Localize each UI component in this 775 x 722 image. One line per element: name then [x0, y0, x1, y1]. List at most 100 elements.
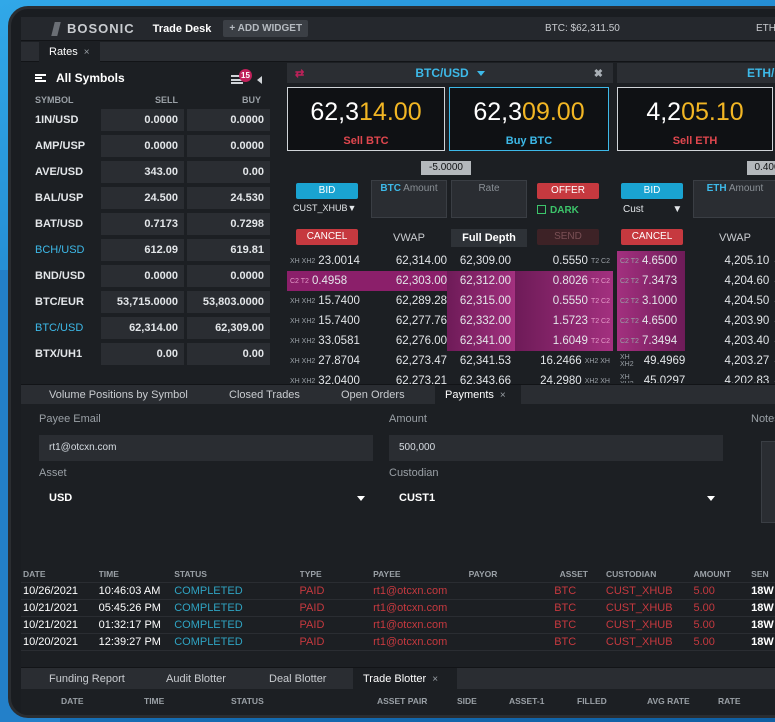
blotter-col-filled[interactable]: FILLED: [577, 696, 607, 706]
depth-row[interactable]: XH XH2 15.7400 62,277.76 62,332.00 1.5723…: [287, 311, 613, 331]
blotter-col-asset-pair[interactable]: ASSET PAIR: [377, 696, 427, 706]
amount-input[interactable]: 500,000: [389, 435, 723, 461]
symbol-buy[interactable]: 619.81: [187, 239, 270, 261]
payments-col-time[interactable]: TIME: [99, 569, 175, 579]
buy-btc-box[interactable]: 62,309.00 Buy BTC: [449, 87, 609, 151]
symbol-row[interactable]: AVE/USD 343.00 0.00: [21, 159, 283, 185]
dark-checkbox[interactable]: DARK: [537, 205, 579, 216]
btc-amount-field[interactable]: BTC Amount: [371, 180, 447, 218]
blotter-col-rate[interactable]: RATE: [718, 696, 741, 706]
symbol-buy[interactable]: 0.0000: [187, 265, 270, 287]
close-icon[interactable]: ×: [500, 390, 506, 401]
tab-audit-blotter[interactable]: Audit Blotter: [156, 668, 236, 690]
tab-trade-blotter[interactable]: Trade Blotter ×: [353, 668, 457, 690]
swap-icon[interactable]: ⇄: [295, 67, 304, 80]
btc-offer-button[interactable]: OFFER: [537, 183, 599, 199]
payments-col-status[interactable]: STATUS: [174, 569, 299, 579]
depth-row[interactable]: XH XH2 15.7400 62,289.28 62,315.00 0.5550…: [287, 291, 613, 311]
symbol-buy[interactable]: 0.0000: [187, 135, 270, 157]
symbol-sell[interactable]: 612.09: [101, 239, 184, 261]
depth-row[interactable]: C2 T24.6500 4,205.10 4: [617, 251, 775, 271]
payments-col-date[interactable]: DATE: [21, 569, 99, 579]
blotter-col-status[interactable]: STATUS: [231, 696, 264, 706]
symbol-buy[interactable]: 53,803.0000: [187, 291, 270, 313]
symbol-sell[interactable]: 0.7173: [101, 213, 184, 235]
eth-cancel-button[interactable]: CANCEL: [621, 229, 683, 245]
symbol-row[interactable]: BTX/UH1 0.00 0.00: [21, 341, 283, 367]
blotter-col-side[interactable]: SIDE: [457, 696, 477, 706]
symbol-sell[interactable]: 0.0000: [101, 109, 184, 131]
symbol-buy[interactable]: 24.530: [187, 187, 270, 209]
eth-amount-field[interactable]: ETH Amount: [693, 180, 775, 218]
symbol-row[interactable]: AMP/USP 0.0000 0.0000: [21, 133, 283, 159]
symbol-row[interactable]: BAL/USP 24.500 24.530: [21, 185, 283, 211]
tab-rates[interactable]: Rates ×: [39, 42, 100, 62]
depth-row[interactable]: XH XH2 23.0014 62,314.00 62,309.00 0.5550…: [287, 251, 613, 271]
eth-pair[interactable]: ETH/U: [747, 66, 775, 80]
tab-funding-report[interactable]: Funding Report: [39, 668, 135, 690]
symbol-sell[interactable]: 343.00: [101, 161, 184, 183]
tab-deal-blotter[interactable]: Deal Blotter: [259, 668, 336, 690]
btc-full-depth-tab[interactable]: Full Depth: [451, 229, 527, 247]
btc-send-button[interactable]: SEND: [537, 229, 599, 245]
symbol-buy[interactable]: 0.7298: [187, 213, 270, 235]
tab-payments[interactable]: Payments ×: [435, 385, 521, 405]
btc-rate-field[interactable]: Rate: [451, 180, 527, 218]
symbol-buy[interactable]: 62,309.00: [187, 317, 270, 339]
tab-open-orders[interactable]: Open Orders: [331, 385, 415, 405]
payments-col-amount[interactable]: AMOUNT: [693, 569, 751, 579]
payments-col-payor[interactable]: PAYOR: [469, 569, 555, 579]
eth-custodian-select[interactable]: Cust ▼: [623, 204, 682, 215]
trade-desk-tab[interactable]: Trade Desk: [153, 23, 212, 35]
symbol-sell[interactable]: 0.00: [101, 343, 184, 365]
table-row[interactable]: 10/20/2021 12:39:27 PM COMPLETED PAID rt1@ot…: [21, 634, 775, 651]
custodian-select[interactable]: CUST1: [389, 485, 723, 511]
close-icon[interactable]: ✖: [594, 67, 603, 80]
depth-row[interactable]: C2 T24.6500 4,203.90 4: [617, 311, 775, 331]
btc-custodian-select[interactable]: CUST_XHUB▼: [293, 203, 356, 213]
depth-row[interactable]: XH XH2 33.0581 62,276.00 62,341.00 1.6049…: [287, 331, 613, 351]
depth-row[interactable]: C2 T2 0.4958 62,303.00 62,312.00 0.8026 T2…: [287, 271, 613, 291]
asset-select[interactable]: USD: [39, 485, 373, 511]
btc-bid-button[interactable]: BID: [296, 183, 358, 199]
symbol-row[interactable]: 1IN/USD 0.0000 0.0000: [21, 107, 283, 133]
payments-col-asset[interactable]: ASSET: [554, 569, 606, 579]
menu-icon[interactable]: [35, 74, 46, 82]
chevron-down-icon[interactable]: [476, 70, 485, 76]
payee-email-input[interactable]: rt1@otcxn.com: [39, 435, 373, 461]
eth-bid-button[interactable]: BID: [621, 183, 683, 199]
symbol-sell[interactable]: 0.0000: [101, 135, 184, 157]
symbol-sell[interactable]: 0.0000: [101, 265, 184, 287]
blotter-col-time[interactable]: TIME: [144, 696, 164, 706]
payments-col-custodian[interactable]: CUSTODIAN: [606, 569, 694, 579]
caret-left-icon[interactable]: [257, 76, 262, 84]
notes-textarea[interactable]: [761, 441, 775, 523]
symbol-buy[interactable]: 0.00: [187, 343, 270, 365]
symbol-row[interactable]: BTC/USD 62,314.00 62,309.00: [21, 315, 283, 341]
blotter-col-avg-rate[interactable]: AVG RATE: [647, 696, 690, 706]
add-widget-button[interactable]: + ADD WIDGET: [223, 20, 309, 37]
tab-closed-trades[interactable]: Closed Trades: [219, 385, 310, 405]
symbol-row[interactable]: BND/USD 0.0000 0.0000: [21, 263, 283, 289]
symbol-sell[interactable]: 62,314.00: [101, 317, 184, 339]
close-icon[interactable]: ×: [84, 47, 90, 58]
tab-volume-positions[interactable]: Volume Positions by Symbol: [39, 385, 198, 405]
eth-vwap-tab[interactable]: VWAP: [693, 229, 775, 247]
btc-cancel-button[interactable]: CANCEL: [296, 229, 358, 245]
sell-btc-box[interactable]: 62,314.00 Sell BTC: [287, 87, 445, 151]
btc-pair[interactable]: BTC/USD: [415, 66, 468, 80]
depth-row[interactable]: XH XH2 49.4969 4,203.27 4: [617, 351, 775, 371]
payments-col-sen[interactable]: SEN: [751, 569, 775, 579]
blotter-col-asset-1[interactable]: ASSET-1: [509, 696, 544, 706]
table-row[interactable]: 10/26/2021 10:46:03 AM COMPLETED PAID rt1@ot…: [21, 583, 775, 600]
depth-row[interactable]: C2 T27.3494 4,203.40 4: [617, 331, 775, 351]
symbol-row[interactable]: BCH/USD 612.09 619.81: [21, 237, 283, 263]
depth-row[interactable]: XH XH2 45.0297 4,202.83 4: [617, 371, 775, 383]
payments-col-payee[interactable]: PAYEE: [373, 569, 468, 579]
sell-eth-box[interactable]: 4,205.10 Sell ETH: [617, 87, 773, 151]
table-row[interactable]: 10/21/2021 05:45:26 PM COMPLETED PAID rt1@ot…: [21, 600, 775, 617]
symbol-sell[interactable]: 24.500: [101, 187, 184, 209]
blotter-col-date[interactable]: DATE: [61, 696, 84, 706]
symbol-buy[interactable]: 0.00: [187, 161, 270, 183]
symbol-buy[interactable]: 0.0000: [187, 109, 270, 131]
